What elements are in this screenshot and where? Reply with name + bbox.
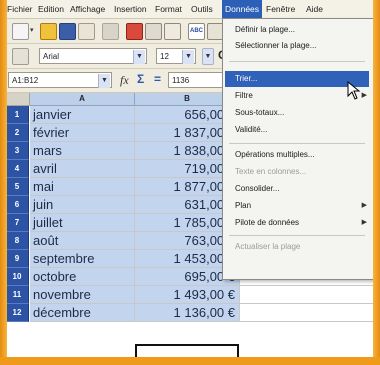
row-header[interactable]: 9 — [6, 250, 29, 268]
edit-file-icon[interactable] — [102, 23, 119, 40]
cell-month[interactable]: avril — [30, 160, 135, 178]
submenu-arrow-icon: ▶ — [361, 219, 367, 226]
cell-month[interactable]: février — [30, 124, 135, 142]
cell-month[interactable]: mai — [30, 178, 135, 196]
function-wizard-icon[interactable]: fx — [120, 73, 129, 88]
row-header[interactable]: 7 — [6, 214, 29, 232]
cell-month[interactable]: septembre — [30, 250, 135, 268]
column-header-a[interactable]: A — [30, 93, 135, 106]
menu-pivot-table[interactable]: Pilote de données — [235, 218, 299, 227]
menu-fichier[interactable]: Fichier — [7, 4, 33, 14]
menu-define-range[interactable]: Définir la plage... — [235, 25, 295, 34]
menu-sort[interactable]: Trier... — [235, 74, 257, 83]
row-header[interactable]: 10 — [6, 268, 29, 286]
row-header[interactable]: 8 — [6, 232, 29, 250]
menu-edition[interactable]: Edition — [38, 4, 64, 14]
menu-outline[interactable]: Plan — [235, 201, 251, 210]
name-box[interactable]: A1:B12 ▼ — [8, 72, 112, 88]
frame-border-right — [373, 0, 380, 365]
cell-month[interactable]: octobre — [30, 268, 135, 286]
font-name-value: Arial — [43, 52, 60, 61]
open-folder-icon[interactable] — [40, 23, 57, 40]
spellcheck-icon[interactable]: ABC — [188, 23, 205, 40]
cell-month[interactable]: novembre — [30, 286, 135, 304]
cell-month[interactable]: janvier — [30, 106, 135, 124]
styles-icon[interactable] — [12, 48, 29, 65]
cell-amount[interactable]: 1 493,00 € — [135, 286, 240, 304]
formula-equals-icon[interactable]: = — [154, 72, 161, 86]
data-menu-dropdown: Définir la plage... Sélectionner la plag… — [222, 18, 374, 280]
cell-empty[interactable] — [240, 304, 374, 322]
menu-bar: Fichier Edition Affichage Insertion Form… — [6, 0, 374, 19]
menu-multiple-operations[interactable]: Opérations multiples... — [235, 150, 315, 159]
cell-empty[interactable] — [240, 286, 374, 304]
menu-separator — [229, 235, 365, 236]
font-name-dropdown-icon[interactable]: ▼ — [133, 50, 145, 64]
menu-consolidate[interactable]: Consolider... — [235, 184, 279, 193]
save-icon[interactable] — [59, 23, 76, 40]
select-all-corner[interactable] — [6, 93, 30, 106]
application-window: Fichier Edition Affichage Insertion Form… — [0, 0, 380, 365]
menu-fenetre[interactable]: Fenêtre — [266, 4, 295, 14]
menu-insertion[interactable]: Insertion — [114, 4, 147, 14]
cell-amount[interactable]: 1 136,00 € — [135, 304, 240, 322]
submenu-arrow-icon: ▶ — [361, 202, 367, 209]
menu-affichage[interactable]: Affichage — [70, 4, 105, 14]
name-box-value: A1:B12 — [12, 76, 39, 85]
menu-donnees[interactable]: Données — [222, 0, 263, 18]
formula-input-value: 1136 — [172, 76, 190, 85]
menu-format[interactable]: Format — [155, 4, 182, 14]
menu-separator — [229, 61, 365, 62]
row-header[interactable]: 3 — [6, 142, 29, 160]
cell-month[interactable]: août — [30, 232, 135, 250]
menu-refresh-range: Actualiser la plage — [235, 242, 301, 251]
menu-aide[interactable]: Aide — [306, 4, 323, 14]
row-header[interactable]: 12 — [6, 304, 29, 322]
font-size-value: 12 — [160, 52, 169, 61]
mouse-pointer-icon — [347, 81, 361, 100]
font-size-box[interactable]: 12 ▼ — [156, 48, 196, 64]
new-document-icon[interactable] — [12, 23, 29, 40]
name-box-dropdown-icon[interactable]: ▼ — [98, 74, 110, 88]
menu-validity[interactable]: Validité... — [235, 125, 267, 134]
menu-select-range[interactable]: Sélectionner la plage... — [235, 41, 316, 50]
cell-month[interactable]: juin — [30, 196, 135, 214]
row-header[interactable]: 1 — [6, 106, 29, 124]
frame-border-bottom — [0, 357, 380, 365]
cell-month[interactable]: mars — [30, 142, 135, 160]
email-icon[interactable] — [78, 23, 95, 40]
print-preview-icon[interactable] — [164, 23, 181, 40]
new-dropdown-icon[interactable]: ▾ — [30, 23, 36, 38]
row-header[interactable]: 5 — [6, 178, 29, 196]
cell-month[interactable]: juillet — [30, 214, 135, 232]
menu-outils[interactable]: Outils — [191, 4, 213, 14]
font-size-dropdown-icon[interactable]: ▼ — [182, 50, 194, 64]
export-pdf-icon[interactable] — [126, 23, 143, 40]
font-name-box[interactable]: Arial ▼ — [39, 48, 147, 64]
row-header[interactable]: 6 — [6, 196, 29, 214]
sum-icon[interactable]: Σ — [137, 72, 144, 86]
active-cell-cursor — [135, 344, 239, 357]
row-header[interactable]: 2 — [6, 124, 29, 142]
size-dropdown-extra-icon[interactable]: ▼ — [202, 48, 214, 65]
frame-border-left — [0, 0, 7, 365]
cell-month[interactable]: décembre — [30, 304, 135, 322]
menu-separator — [229, 143, 365, 144]
row-header[interactable]: 11 — [6, 286, 29, 304]
menu-filter[interactable]: Filtre — [235, 91, 253, 100]
menu-subtotals[interactable]: Sous-totaux... — [235, 108, 284, 117]
menu-text-to-columns: Texte en colonnes... — [235, 167, 307, 176]
row-header[interactable]: 4 — [6, 160, 29, 178]
print-icon[interactable] — [145, 23, 162, 40]
